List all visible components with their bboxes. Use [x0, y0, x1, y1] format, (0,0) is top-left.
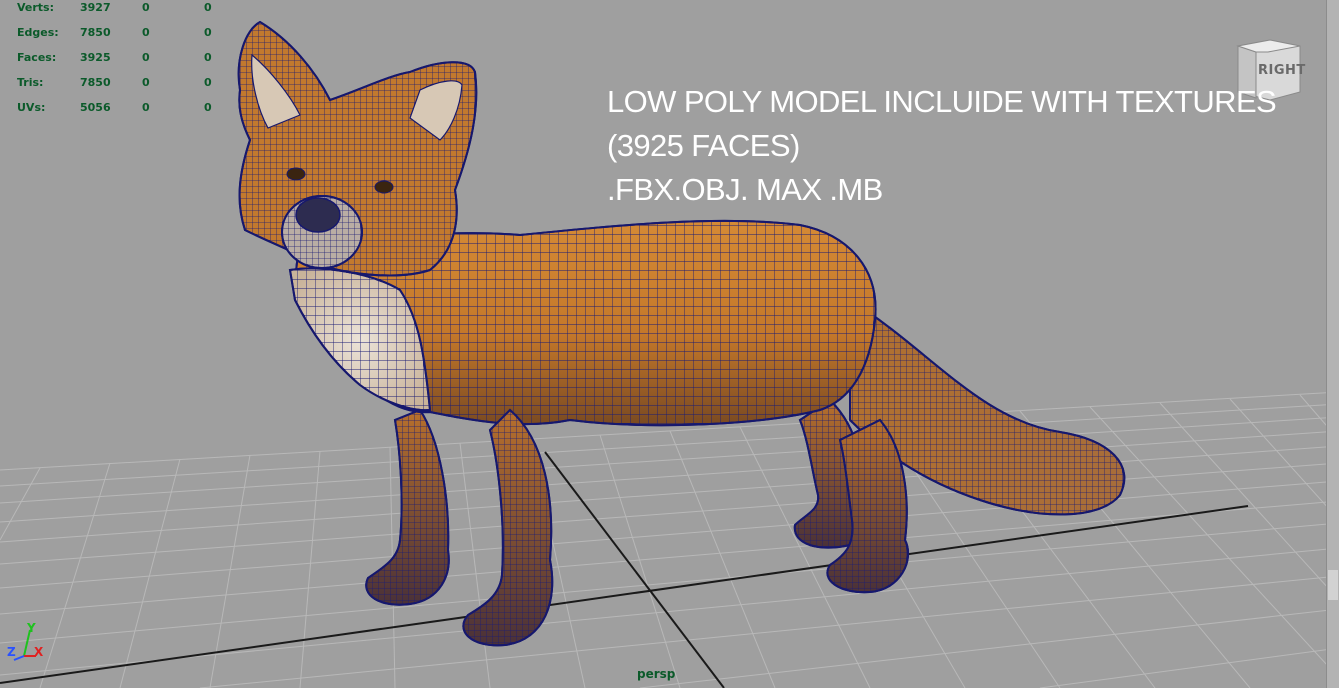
- ground-grid: [0, 391, 1339, 688]
- axis-y-label: Y: [27, 621, 36, 635]
- axis-z-label: Z: [7, 645, 16, 659]
- hud-value: 3927: [80, 1, 111, 14]
- hud-label: Verts:: [17, 1, 55, 14]
- model-info-overlay: LOW POLY MODEL INCLUIDE WITH TEXTURES (3…: [607, 80, 1277, 212]
- hud-value: 0: [204, 101, 212, 114]
- hud-label: UVs:: [17, 101, 46, 114]
- hud-label: Faces:: [17, 51, 57, 64]
- viewport-scrollbar[interactable]: [1326, 0, 1339, 688]
- hud-value: 0: [142, 26, 150, 39]
- hud-value: 7850: [80, 76, 111, 89]
- overlay-line-title: LOW POLY MODEL INCLUIDE WITH TEXTURES: [607, 84, 1277, 119]
- hud-value: 3925: [80, 51, 111, 64]
- hud-value: 0: [142, 1, 150, 14]
- overlay-line-formats: .FBX.OBJ. MAX .MB: [607, 172, 883, 207]
- hud-value: 0: [142, 51, 150, 64]
- hud-value: 0: [142, 101, 150, 114]
- camera-name-label: persp: [637, 667, 676, 681]
- hud-value: 0: [204, 51, 212, 64]
- hud-value: 0: [142, 76, 150, 89]
- hud-label: Tris:: [17, 76, 44, 89]
- view-cube-face-label[interactable]: RIGHT: [1258, 63, 1306, 78]
- overlay-line-faces: (3925 FACES): [607, 128, 800, 163]
- scrollbar-thumb[interactable]: [1328, 570, 1338, 600]
- hud-value: 0: [204, 26, 212, 39]
- hud-label: Edges:: [17, 26, 59, 39]
- hud-value: 5056: [80, 101, 111, 114]
- hud-value: 0: [204, 76, 212, 89]
- axis-x-label: X: [34, 645, 44, 659]
- hud-value: 0: [204, 1, 212, 14]
- hud-value: 7850: [80, 26, 111, 39]
